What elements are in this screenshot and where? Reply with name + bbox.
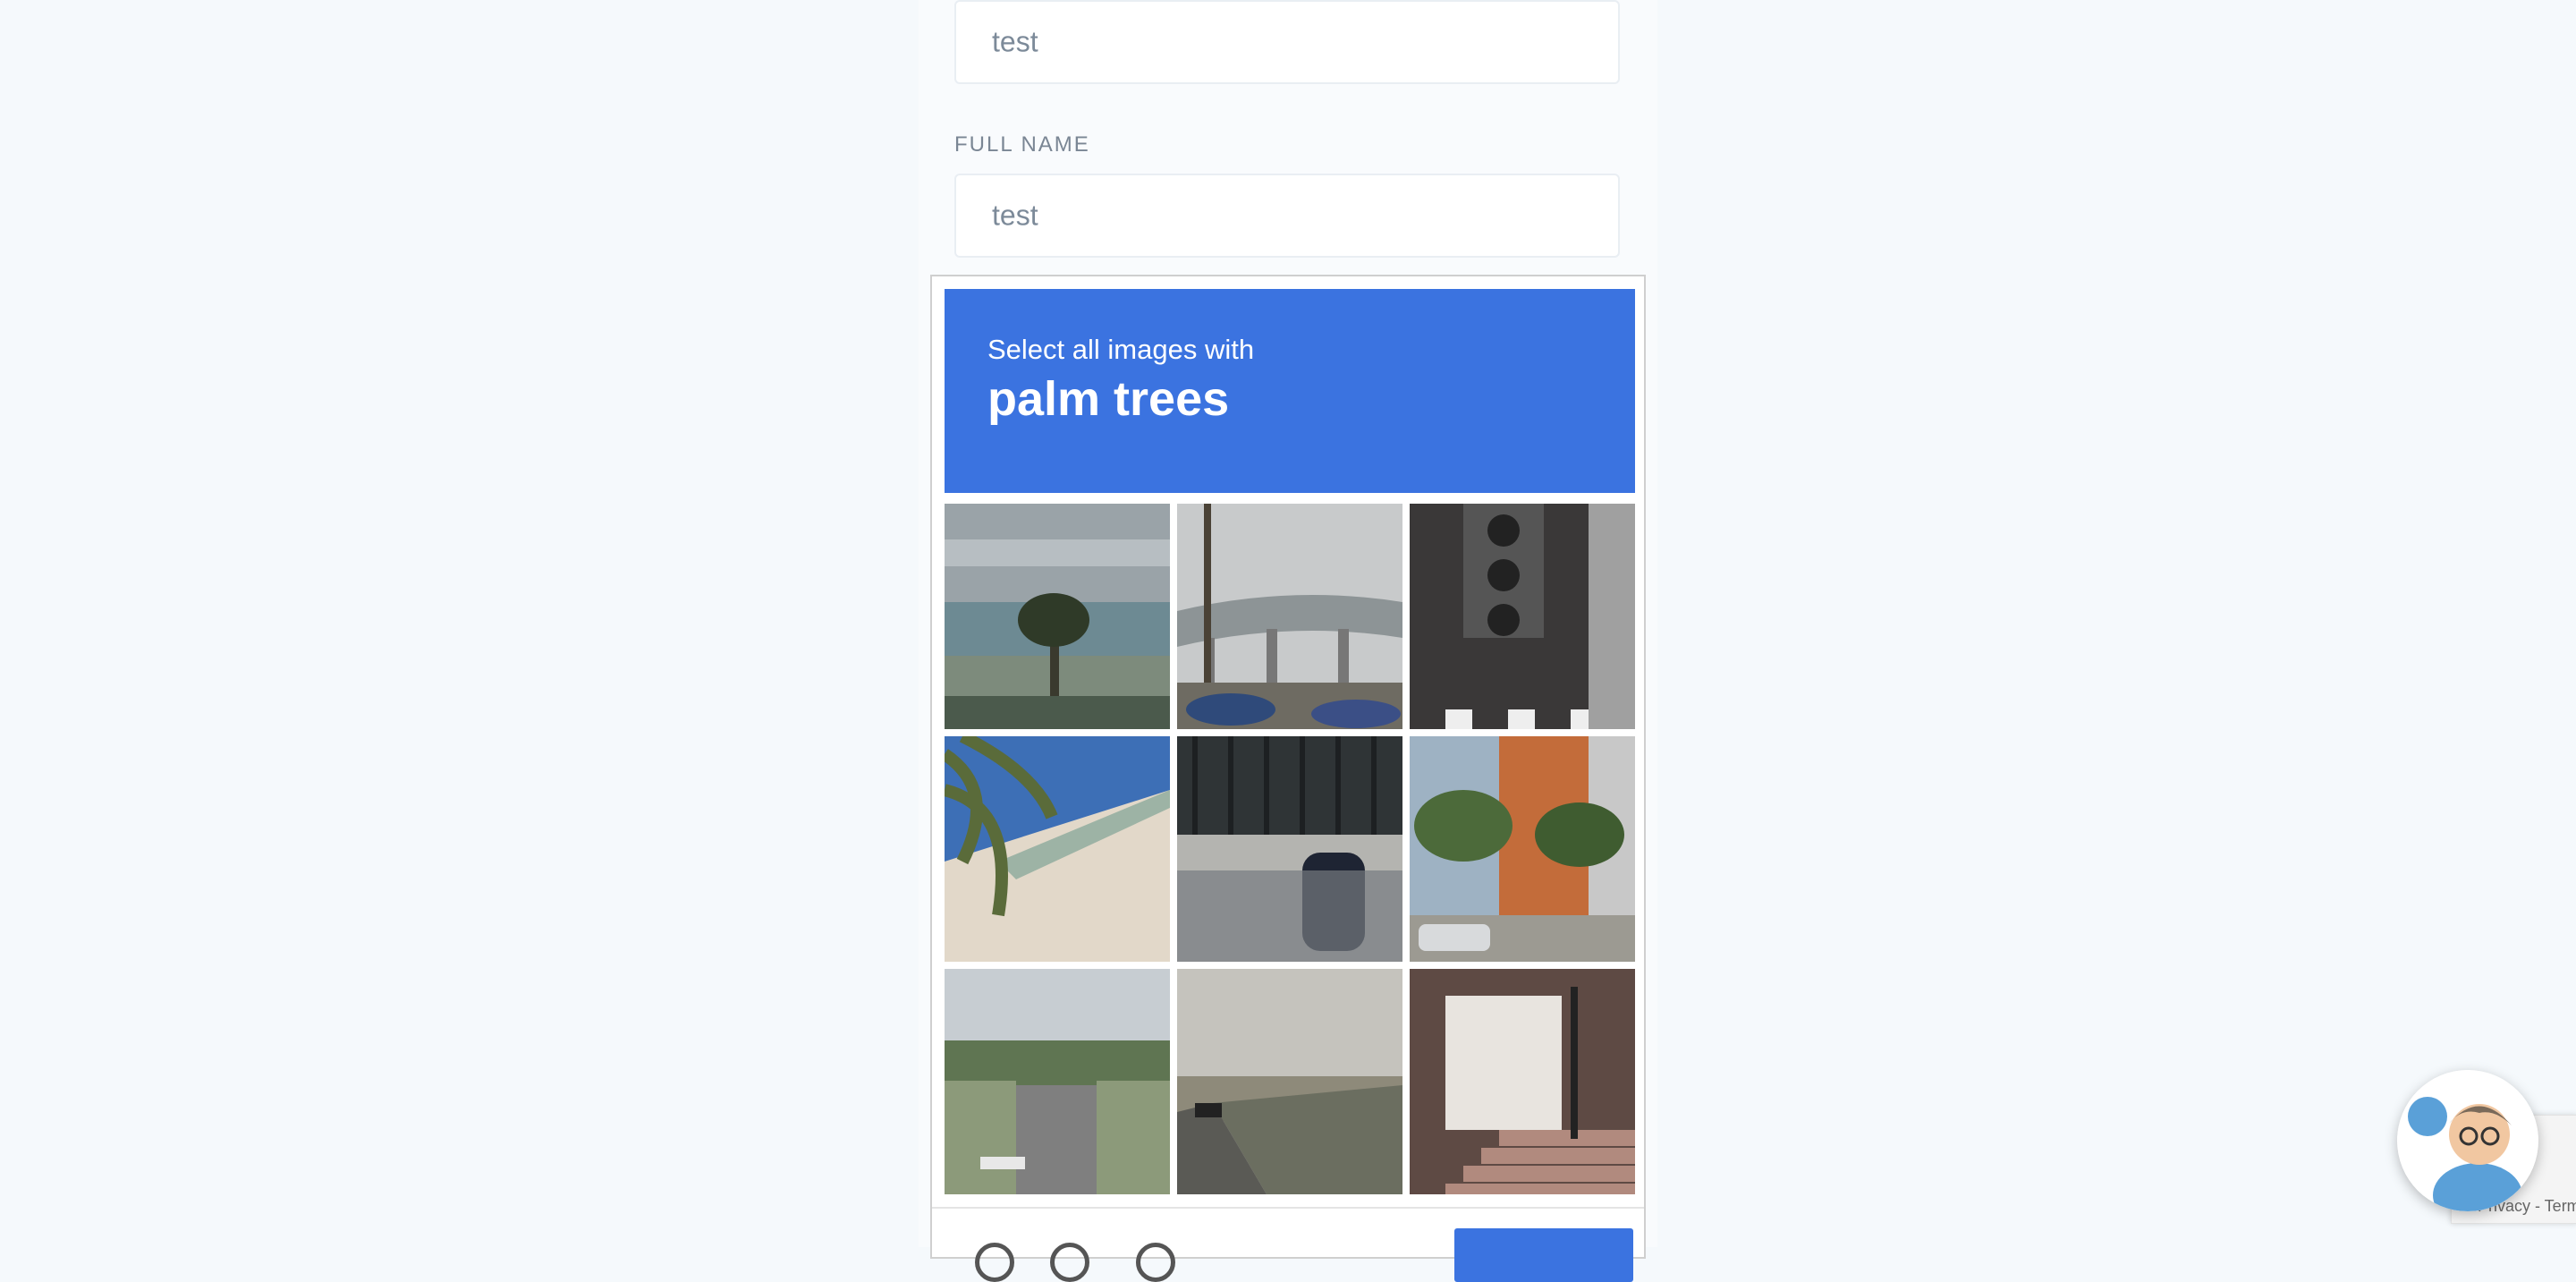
chat-assistant-button[interactable]	[2397, 1070, 2538, 1211]
captcha-tile-7[interactable]	[945, 969, 1170, 1194]
first-input[interactable]: test	[954, 0, 1620, 84]
captcha-tile-9[interactable]	[1410, 969, 1635, 1194]
verify-button[interactable]	[1454, 1228, 1633, 1282]
captcha-instruction: Select all images with	[987, 334, 1255, 365]
full-name-input[interactable]: test	[954, 174, 1620, 258]
captcha-header: Select all images with palm trees	[945, 289, 1635, 493]
captcha-tile-5[interactable]	[1177, 736, 1402, 962]
first-input-value: test	[992, 25, 1038, 58]
captcha-footer	[932, 1207, 1644, 1282]
captcha-tile-3[interactable]	[1410, 504, 1635, 729]
full-name-label: FULL NAME	[954, 132, 1090, 157]
captcha-tile-6[interactable]	[1410, 736, 1635, 962]
captcha-tile-2[interactable]	[1177, 504, 1402, 729]
audio-icon[interactable]	[1050, 1243, 1089, 1282]
captcha-tile-4[interactable]	[945, 736, 1170, 962]
assistant-avatar-icon	[2397, 1070, 2538, 1211]
recaptcha-challenge: Select all images with palm trees	[930, 275, 1646, 1282]
captcha-target: palm trees	[987, 372, 1230, 426]
captcha-tile-1[interactable]	[945, 504, 1170, 729]
info-icon[interactable]	[1136, 1243, 1175, 1282]
full-name-value: test	[992, 199, 1038, 232]
reload-icon[interactable]	[975, 1243, 1014, 1282]
captcha-tile-8[interactable]	[1177, 969, 1402, 1194]
